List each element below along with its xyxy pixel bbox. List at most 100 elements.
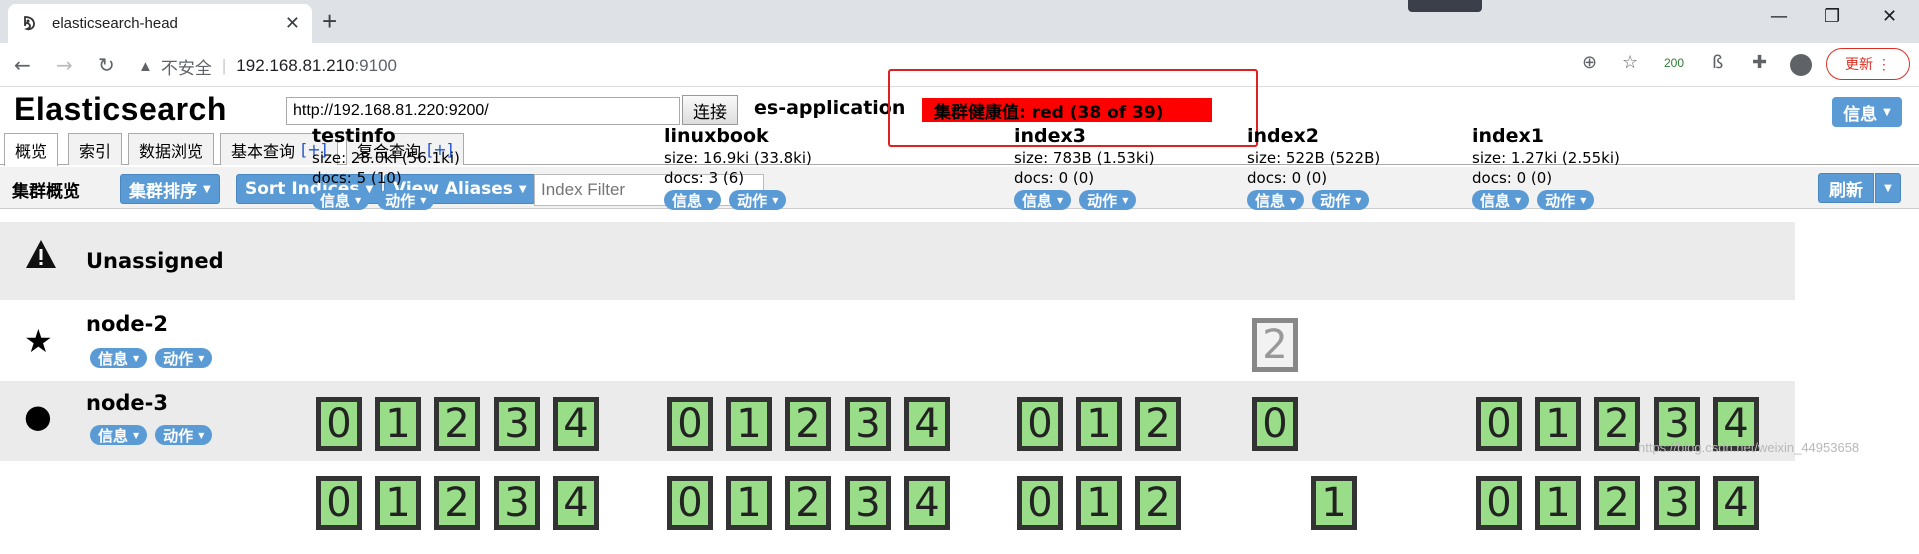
shard-node2-linuxbook[interactable]: 3 xyxy=(845,397,891,451)
connect-button[interactable]: 连接 xyxy=(682,95,738,125)
index-action-button[interactable]: 动作 ▼ xyxy=(1079,190,1137,210)
shard-node2-index1[interactable]: 1 xyxy=(1535,397,1581,451)
index-size: size: 1.27ki (2.55ki) xyxy=(1472,149,1620,167)
shard-node3-index1[interactable]: 2 xyxy=(1594,476,1640,530)
shard-node2-index3[interactable]: 0 xyxy=(1017,397,1063,451)
shard-node3-index1[interactable]: 3 xyxy=(1654,476,1700,530)
shard-node3-linuxbook[interactable]: 4 xyxy=(904,476,950,530)
chevron-down-icon: ▼ xyxy=(1355,195,1362,205)
back-arrow-icon[interactable]: ← xyxy=(14,53,31,77)
shard-node3-index3[interactable]: 1 xyxy=(1076,476,1122,530)
index-docs: docs: 3 (6) xyxy=(664,169,745,187)
minimize-window-icon[interactable]: — xyxy=(1770,6,1788,27)
shard-node3-testinfo[interactable]: 0 xyxy=(316,476,362,530)
shard-node3-index1[interactable]: 1 xyxy=(1535,476,1581,530)
shard-node2-testinfo[interactable]: 2 xyxy=(434,397,480,451)
shard-node2-index1[interactable]: 2 xyxy=(1594,397,1640,451)
update-browser-button[interactable]: 更新 ⋮ xyxy=(1826,48,1910,80)
index-action-button[interactable]: 动作 ▼ xyxy=(729,190,787,210)
chevron-down-icon: ▼ xyxy=(198,430,205,440)
chevron-down-icon: ▼ xyxy=(203,183,211,195)
shard-node3-linuxbook[interactable]: 1 xyxy=(726,476,772,530)
info-menu-button[interactable]: 信息 ▼ xyxy=(1832,97,1902,127)
browser-tab-title: elasticsearch-head xyxy=(52,15,178,32)
chevron-down-icon: ▼ xyxy=(355,195,362,205)
bookmark-star-icon[interactable]: ☆ xyxy=(1622,52,1638,73)
not-secure-warning-icon[interactable]: ▲ xyxy=(138,58,153,75)
shard-node2-linuxbook[interactable]: 0 xyxy=(667,397,713,451)
shard-node2-testinfo[interactable]: 1 xyxy=(375,397,421,451)
node-info-button[interactable]: 信息 ▼ xyxy=(90,425,148,445)
tab-indices[interactable]: 索引 xyxy=(68,133,123,165)
puzzle-extensions-icon[interactable]: ✚ xyxy=(1752,52,1767,73)
browser-tab-active[interactable]: elasticsearch-head ✕ xyxy=(8,4,312,43)
reload-icon[interactable]: ↻ xyxy=(98,53,115,77)
index-info-button[interactable]: 信息 ▼ xyxy=(1014,190,1072,210)
index-action-button[interactable]: 动作 ▼ xyxy=(1537,190,1595,210)
shard-node2-linuxbook[interactable]: 1 xyxy=(726,397,772,451)
shard-node3-testinfo[interactable]: 4 xyxy=(553,476,599,530)
shard-node2-testinfo[interactable]: 0 xyxy=(316,397,362,451)
refresh-options-chevron-icon[interactable]: ▼ xyxy=(1875,173,1901,203)
index-info-button[interactable]: 信息 ▼ xyxy=(1247,190,1305,210)
shard-node3-testinfo[interactable]: 3 xyxy=(494,476,540,530)
index-docs: docs: 0 (0) xyxy=(1472,169,1553,187)
screen-share-indicator xyxy=(1408,0,1482,12)
shard-node2-testinfo[interactable]: 4 xyxy=(553,397,599,451)
not-secure-label: 不安全 xyxy=(160,58,212,78)
shard-node2-linuxbook[interactable]: 2 xyxy=(785,397,831,451)
zoom-icon[interactable]: ⊕ xyxy=(1582,52,1597,73)
tab-label: 索引 xyxy=(79,141,112,161)
index-info-button[interactable]: 信息 ▼ xyxy=(312,190,370,210)
forward-arrow-icon[interactable]: → xyxy=(56,53,73,77)
shard-node2-index2[interactable]: 0 xyxy=(1252,397,1298,451)
pill-label: 动作 xyxy=(385,191,416,210)
elasticsearch-head-favicon-icon xyxy=(20,14,40,34)
pill-label: 动作 xyxy=(1087,191,1118,210)
chevron-down-icon: ▼ xyxy=(420,195,427,205)
chevron-down-icon: ▼ xyxy=(1883,106,1891,118)
shard-node3-linuxbook[interactable]: 3 xyxy=(845,476,891,530)
shard-node3-linuxbook[interactable]: 2 xyxy=(785,476,831,530)
shard-node2-linuxbook[interactable]: 4 xyxy=(904,397,950,451)
shard-node3-index3[interactable]: 0 xyxy=(1017,476,1063,530)
shard-node3-testinfo[interactable]: 1 xyxy=(375,476,421,530)
index-info-button[interactable]: 信息 ▼ xyxy=(664,190,722,210)
cluster-url-input[interactable] xyxy=(286,97,680,125)
close-window-icon[interactable]: ✕ xyxy=(1882,6,1897,27)
shard-unassigned-index2[interactable]: 2 xyxy=(1252,318,1298,372)
row-node-2: ★ node-2 信息 ▼ 动作 ▼ xyxy=(0,302,1795,380)
restore-window-icon[interactable]: ❐ xyxy=(1824,6,1840,27)
shard-node2-index1[interactable]: 0 xyxy=(1476,397,1522,451)
index-size: size: 783B (1.53ki) xyxy=(1014,149,1155,167)
pill-label: 动作 xyxy=(1545,191,1576,210)
shard-node3-index3[interactable]: 2 xyxy=(1135,476,1181,530)
shard-node3-index1[interactable]: 0 xyxy=(1476,476,1522,530)
extension-icon[interactable]: ß xyxy=(1712,52,1723,73)
shard-node3-linuxbook[interactable]: 0 xyxy=(667,476,713,530)
tab-browser[interactable]: 数据浏览 xyxy=(128,133,215,165)
chevron-down-icon: ▼ xyxy=(1057,195,1064,205)
extension-200-badge[interactable]: 200 xyxy=(1664,56,1684,70)
tab-overview[interactable]: 概览 xyxy=(4,133,59,166)
index-action-button[interactable]: 动作 ▼ xyxy=(1312,190,1370,210)
shard-node2-index3[interactable]: 1 xyxy=(1076,397,1122,451)
overview-toolbar: 集群概览 集群排序▼ Sort Indices▼ View Aliases▼ 刷… xyxy=(0,167,1919,209)
close-tab-icon[interactable]: ✕ xyxy=(285,13,300,34)
shard-node3-index2[interactable]: 1 xyxy=(1311,476,1357,530)
index-info-button[interactable]: 信息 ▼ xyxy=(1472,190,1530,210)
shard-node2-index3[interactable]: 2 xyxy=(1135,397,1181,451)
node-info-button[interactable]: 信息 ▼ xyxy=(90,348,148,368)
url-host: 192.168.81.210 xyxy=(236,56,355,75)
shard-node3-testinfo[interactable]: 2 xyxy=(434,476,480,530)
shard-node3-index1[interactable]: 4 xyxy=(1713,476,1759,530)
shard-node2-testinfo[interactable]: 3 xyxy=(494,397,540,451)
new-tab-button[interactable]: + xyxy=(322,8,337,34)
update-label: 更新 xyxy=(1845,56,1874,72)
node-action-button[interactable]: 动作 ▼ xyxy=(155,348,213,368)
profile-avatar-icon[interactable] xyxy=(1790,54,1812,76)
cluster-sort-button[interactable]: 集群排序 ▼ xyxy=(120,174,220,204)
index-action-button[interactable]: 动作 ▼ xyxy=(377,190,435,210)
refresh-button[interactable]: 刷新 xyxy=(1818,173,1874,203)
node-action-button[interactable]: 动作 ▼ xyxy=(155,425,213,445)
